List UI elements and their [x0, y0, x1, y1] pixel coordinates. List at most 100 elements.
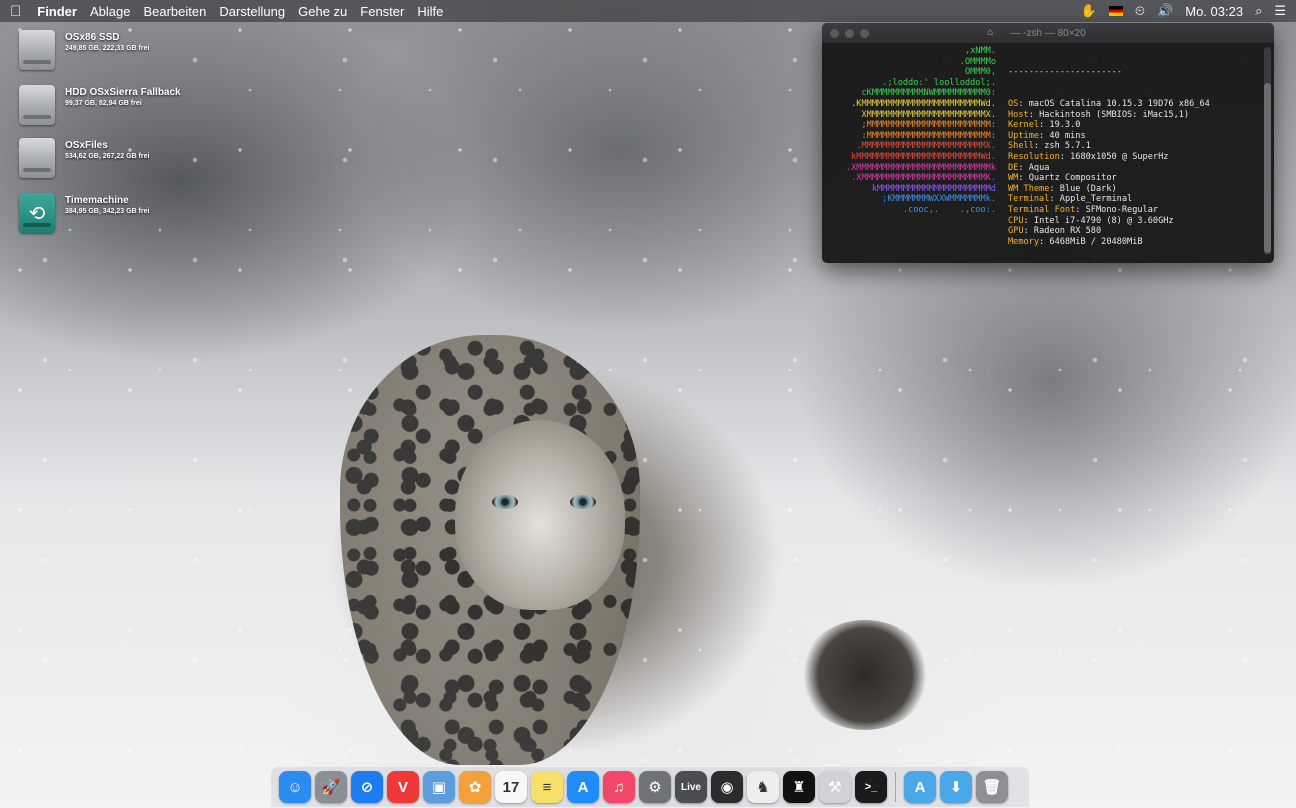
preview-icon[interactable]: ▣: [423, 771, 455, 803]
neofetch-info: ---------------------- OS: macOS Catalin…: [1008, 46, 1210, 263]
live-icon[interactable]: Live: [675, 771, 707, 803]
downloads-folder-icon[interactable]: ⬇: [940, 771, 972, 803]
info-value: Apple_Terminal: [1059, 194, 1133, 205]
info-key: Kernel: [1008, 120, 1040, 131]
chess-icon[interactable]: ♜: [783, 771, 815, 803]
terminal-window[interactable]: ⌂ — -zsh — 80×20 ,xNMM. .OMMMMo OMMM0, .;lo…: [822, 23, 1274, 263]
dock-glyph: ⊘: [360, 779, 374, 796]
apple-icon[interactable]: : [10, 3, 21, 20]
dock-separator: [895, 772, 896, 802]
info-value: Hackintosh (SMBIOS: iMac15,1): [1039, 109, 1190, 120]
safari-icon[interactable]: ⊘: [351, 771, 383, 803]
dock: ☺ 🚀 ⊘ V ▣ ✿ 17 ≡ A ♫ ⚙ Live ◉ ♞ ♜ ⚒ >_ A ⬇ 🗑: [270, 766, 1030, 808]
time-machine-icon[interactable]: ⏲: [1135, 3, 1145, 19]
info-key: Uptime: [1008, 130, 1040, 141]
geforce-icon[interactable]: ◉: [711, 771, 743, 803]
info-key: DE: [1008, 162, 1019, 173]
info-value: 40 mins: [1049, 130, 1086, 141]
info-line: Host: Hackintosh (SMBIOS: iMac15,1): [1008, 110, 1210, 121]
logo-line: ;KMMMMMMMWXXWMMMMMMMk.: [882, 194, 996, 205]
notification-center-icon[interactable]: ☰: [1274, 3, 1286, 19]
photos-icon[interactable]: ✿: [459, 771, 491, 803]
info-line: Terminal: Apple_Terminal: [1008, 194, 1210, 205]
info-value: Blue (Dark): [1059, 183, 1117, 194]
info-colon: :: [1033, 141, 1045, 152]
wallpaper-leopard-face: [455, 420, 625, 610]
flag-icon[interactable]: [1108, 6, 1123, 16]
logo-line: cKMMMMMMMMMMNWMMMMMMMMMM0:: [861, 88, 996, 99]
menu-bar:  Finder Ablage Bearbeiten Darstellung G…: [0, 0, 1296, 22]
vivaldi-icon[interactable]: V: [387, 771, 419, 803]
hand-icon[interactable]: ✋: [1081, 3, 1097, 19]
dock-glyph: ◉: [720, 779, 734, 796]
info-value: 19.3.0: [1049, 120, 1081, 131]
dock-glyph: ✿: [468, 779, 482, 796]
info-value: Aqua: [1028, 162, 1050, 173]
menu-gehe-zu[interactable]: Gehe zu: [298, 4, 347, 19]
info-line: WM Theme: Blue (Dark): [1008, 184, 1210, 195]
terminal-scrollbar[interactable]: [1264, 83, 1271, 253]
applications-folder-icon[interactable]: A: [904, 771, 936, 803]
wallpaper-leopard-eye: [570, 495, 596, 509]
info-key: Shell: [1008, 141, 1034, 152]
desktop-disk-hdd-osxsierra-fallback[interactable]: HDD OSxSierra Fallback 99,37 GB, 82,94 G…: [19, 85, 181, 125]
app-store-icon[interactable]: A: [567, 771, 599, 803]
menu-fenster[interactable]: Fenster: [360, 4, 404, 19]
dock-glyph: ♫: [613, 778, 625, 796]
info-line: GPU: Radeon RX 580: [1008, 226, 1210, 237]
menu-bearbeiten[interactable]: Bearbeiten: [143, 4, 206, 19]
menu-hilfe[interactable]: Hilfe: [417, 4, 443, 19]
menu-extras: ✋ ⏲ 🔊 Mo. 03:23 ⌕ ☰: [1081, 3, 1286, 19]
info-line: WM: Quartz Compositor: [1008, 173, 1210, 184]
terminal-content[interactable]: ,xNMM. .OMMMMo OMMM0, .;loddo:' loolloddol;…: [822, 43, 1274, 263]
calendar-icon[interactable]: 17: [495, 771, 527, 803]
notes-icon[interactable]: ≡: [531, 771, 563, 803]
info-line: OS: macOS Catalina 10.15.3 19D76 x86_64: [1008, 99, 1210, 110]
info-line: CPU: Intel i7-4790 (8) @ 3.60GHz: [1008, 216, 1210, 227]
info-key: WM Theme: [1008, 183, 1050, 194]
menu-clock[interactable]: Mo. 03:23: [1185, 4, 1243, 19]
logo-line: .cooc,. .,coo:.: [902, 204, 996, 215]
trash-icon[interactable]: 🗑: [976, 771, 1008, 803]
info-value: Intel i7-4790 (8) @ 3.60GHz: [1033, 215, 1174, 226]
info-colon: :: [1049, 194, 1060, 205]
music-icon[interactable]: ♫: [603, 771, 635, 803]
terminal-titlebar[interactable]: ⌂ — -zsh — 80×20: [822, 23, 1274, 43]
info-colon: :: [1039, 120, 1050, 131]
info-line: Memory: 6468MiB / 20480MiB: [1008, 237, 1210, 248]
menu-ablage[interactable]: Ablage: [90, 4, 130, 19]
dock-glyph: A: [577, 778, 589, 796]
info-colon: :: [1039, 236, 1050, 247]
xcode-icon[interactable]: ⚒: [819, 771, 851, 803]
disk-name: Timemachine: [65, 195, 129, 206]
spotlight-icon[interactable]: ⌕: [1255, 3, 1262, 19]
info-value: 6468MiB / 20480MiB: [1049, 236, 1143, 247]
desktop-disk-timemachine[interactable]: ⟲ Timemachine 384,95 GB, 342,23 GB frei: [19, 193, 149, 233]
disk-info: 99,37 GB, 82,94 GB frei: [65, 100, 142, 107]
logo-line: .MMMMMMMMMMMMMMMMMMMMMMMMX.: [856, 141, 996, 152]
dock-glyph: ⚒: [828, 779, 842, 796]
dock-glyph: 🗑: [982, 779, 1002, 796]
desktop-disk-osxfiles[interactable]: OSxFiles 534,62 GB, 267,22 GB frei: [19, 138, 149, 178]
dock-glyph: A: [914, 778, 926, 796]
system-preferences-icon[interactable]: ⚙: [639, 771, 671, 803]
info-line: Uptime: 40 mins: [1008, 131, 1210, 142]
terminal-icon[interactable]: >_: [855, 771, 887, 803]
info-line: Resolution: 1680x1050 @ SuperHz: [1008, 152, 1210, 163]
launchpad-icon[interactable]: 🚀: [315, 771, 347, 803]
dock-glyph: Live: [680, 781, 701, 793]
info-colon: :: [1049, 183, 1060, 194]
little-snitch-icon[interactable]: ♞: [747, 771, 779, 803]
logo-line: .XMMMMMMMMMMMMMMMMMMMMMMMMMMk: [845, 162, 996, 173]
desktop-disk-osx86-ssd[interactable]: OSx86 SSD 249,85 GB, 222,33 GB frei: [19, 30, 149, 70]
menu-app-finder[interactable]: Finder: [37, 4, 77, 19]
menu-darstellung[interactable]: Darstellung: [219, 4, 285, 19]
logo-line: kMMMMMMMMMMMMMMMMMMMMMMd: [871, 183, 996, 194]
dock-glyph: ≡: [542, 778, 552, 796]
volume-icon[interactable]: 🔊: [1157, 3, 1173, 19]
info-colon: :: [1075, 204, 1086, 215]
info-colon: :: [1028, 109, 1040, 120]
hard-drive-icon: [19, 30, 55, 70]
hard-drive-icon: [19, 138, 55, 178]
finder-icon[interactable]: ☺: [279, 771, 311, 803]
